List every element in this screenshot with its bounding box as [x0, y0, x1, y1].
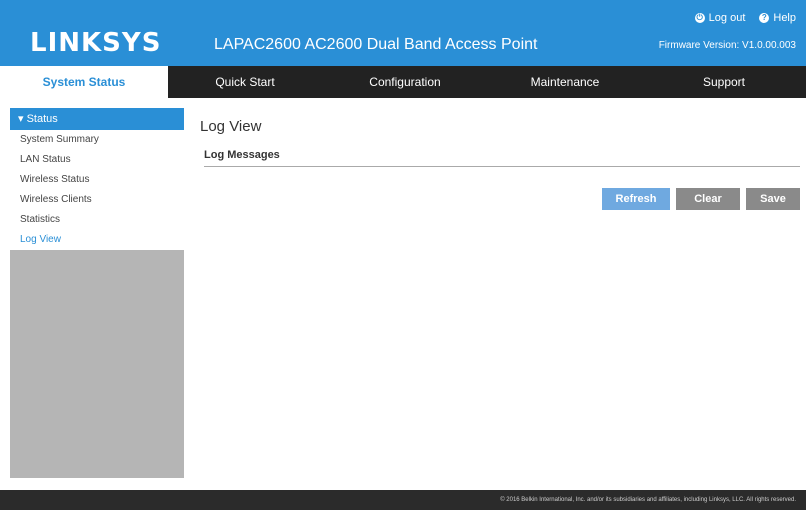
caret-down-icon: ▾: [18, 113, 24, 125]
tab-configuration[interactable]: Configuration: [322, 66, 488, 98]
help-link[interactable]: ? Help: [759, 12, 796, 24]
section-log-messages: Log Messages: [204, 149, 800, 167]
main-nav: System Status Quick Start Configuration …: [0, 66, 806, 98]
linksys-logo[interactable]: LINKSYS: [30, 28, 161, 58]
main-content: Log View Log Messages Refresh Clear Save: [200, 108, 800, 210]
top-links: ⏻ Log out ? Help: [694, 12, 796, 24]
sidebar-item-lan-status[interactable]: LAN Status: [10, 150, 184, 170]
logout-link[interactable]: ⏻ Log out: [694, 12, 746, 24]
sidebar-item-statistics[interactable]: Statistics: [10, 210, 184, 230]
footer: © 2016 Belkin International, Inc. and/or…: [0, 490, 806, 510]
action-buttons: Refresh Clear Save: [602, 188, 800, 210]
sidebar-item-system-summary[interactable]: System Summary: [10, 130, 184, 150]
product-title: LAPAC2600 AC2600 Dual Band Access Point: [214, 36, 538, 53]
tab-maintenance[interactable]: Maintenance: [488, 66, 642, 98]
sidebar-item-wireless-clients[interactable]: Wireless Clients: [10, 190, 184, 210]
sidebar-item-wireless-status[interactable]: Wireless Status: [10, 170, 184, 190]
page-title: Log View: [200, 118, 262, 135]
header-bar: LINKSYS LAPAC2600 AC2600 Dual Band Acces…: [0, 0, 806, 66]
tab-quick-start[interactable]: Quick Start: [168, 66, 322, 98]
logout-label: Log out: [708, 12, 746, 24]
sidebar-heading-label: Status: [26, 113, 58, 125]
sidebar-item-log-view[interactable]: Log View: [10, 230, 184, 250]
refresh-button[interactable]: Refresh: [602, 188, 670, 210]
save-button[interactable]: Save: [746, 188, 800, 210]
help-label: Help: [773, 12, 796, 24]
tab-support[interactable]: Support: [642, 66, 806, 98]
power-icon: ⏻: [694, 13, 705, 23]
clear-button[interactable]: Clear: [676, 188, 740, 210]
sidebar-list: System Summary LAN Status Wireless Statu…: [10, 130, 184, 250]
sidebar: ▾ Status System Summary LAN Status Wirel…: [10, 108, 184, 478]
help-icon: ?: [759, 13, 770, 23]
sidebar-heading-status[interactable]: ▾ Status: [10, 108, 184, 130]
tab-system-status[interactable]: System Status: [0, 66, 168, 98]
firmware-version: Firmware Version: V1.0.00.003: [658, 40, 796, 51]
